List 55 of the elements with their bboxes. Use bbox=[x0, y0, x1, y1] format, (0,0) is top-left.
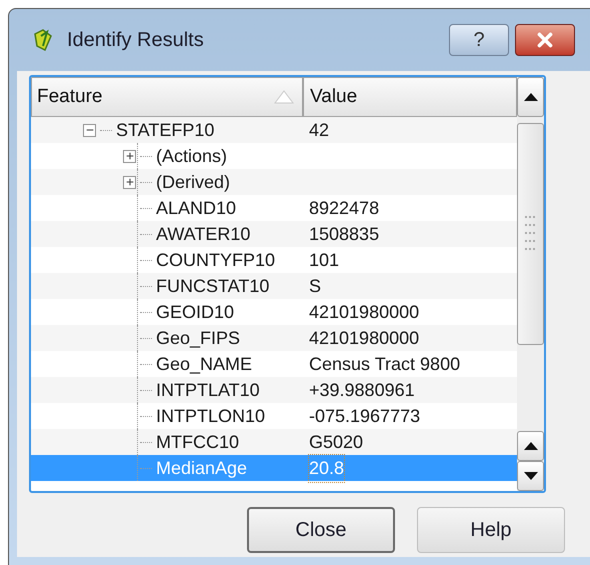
window-title: Identify Results bbox=[67, 28, 204, 53]
feature-label: AWATER10 bbox=[156, 222, 250, 246]
value-cell-text: +39.9880961 bbox=[309, 378, 415, 402]
value-cell-text: 8922478 bbox=[309, 196, 380, 220]
value-cell-text: 42101980000 bbox=[309, 326, 420, 350]
tree-row[interactable]: INTPTLAT10 +39.9880961 bbox=[31, 377, 517, 403]
scroll-up-button[interactable] bbox=[517, 431, 544, 461]
tree-row[interactable]: STATEFP10 42 bbox=[31, 117, 517, 143]
tree-row[interactable]: AWATER10 1508835 bbox=[31, 221, 517, 247]
close-button[interactable] bbox=[515, 24, 575, 56]
feature-label: MedianAge bbox=[156, 456, 248, 480]
dialog-button[interactable]: Help bbox=[417, 507, 565, 553]
value-cell-text: 101 bbox=[309, 248, 340, 272]
feature-label: MTFCC10 bbox=[156, 430, 240, 454]
tree-row[interactable]: Geo_FIPS 42101980000 bbox=[31, 325, 517, 351]
value-cell-text: -075.1967773 bbox=[309, 404, 420, 428]
app-logo-icon bbox=[31, 26, 55, 54]
feature-label: INTPTLON10 bbox=[156, 404, 266, 428]
column-header[interactable]: Feature bbox=[31, 77, 303, 117]
help-button[interactable]: ? bbox=[449, 24, 509, 56]
sort-arrow-icon bbox=[274, 90, 294, 104]
expand-icon[interactable] bbox=[123, 150, 136, 162]
feature-label: COUNTYFP10 bbox=[156, 248, 276, 272]
up-arrow-icon bbox=[524, 93, 538, 101]
up-arrow-icon bbox=[524, 442, 538, 450]
column-header[interactable]: Value bbox=[303, 77, 517, 117]
value-cell-text: Census Tract 9800 bbox=[309, 352, 460, 376]
expand-icon[interactable] bbox=[123, 176, 136, 188]
value-cell-text: S bbox=[309, 274, 322, 298]
feature-label: Geo_FIPS bbox=[156, 326, 240, 350]
feature-label: ALAND10 bbox=[156, 196, 236, 220]
tree-row[interactable]: (Derived) bbox=[31, 169, 517, 195]
down-arrow-icon bbox=[524, 472, 538, 480]
value-cell-text: 1508835 bbox=[309, 222, 380, 246]
feature-label: Geo_NAME bbox=[156, 352, 252, 376]
value-cell-text: 42 bbox=[309, 118, 330, 142]
feature-label: (Derived) bbox=[156, 170, 230, 194]
dialog-button[interactable]: Close bbox=[247, 507, 395, 553]
feature-label: FUNCSTAT10 bbox=[156, 274, 270, 298]
scroll-thumb[interactable] bbox=[517, 123, 544, 345]
scrollbar[interactable] bbox=[517, 77, 544, 491]
feature-label: GEOID10 bbox=[156, 300, 234, 324]
tree-row[interactable]: FUNCSTAT10 S bbox=[31, 273, 517, 299]
tree-row[interactable]: MTFCC10 G5020 bbox=[31, 429, 517, 455]
value-cell: 20.8 bbox=[309, 454, 344, 482]
feature-label: INTPTLAT10 bbox=[156, 378, 260, 402]
feature-label: STATEFP10 bbox=[116, 118, 214, 142]
feature-label: (Actions) bbox=[156, 144, 228, 168]
grip-icon bbox=[524, 216, 536, 252]
value-cell-text: 42101980000 bbox=[309, 300, 420, 324]
collapse-icon[interactable] bbox=[83, 124, 96, 136]
value-cell-text: G5020 bbox=[309, 430, 364, 454]
scroll-down-button[interactable] bbox=[517, 461, 544, 491]
header-label: Feature bbox=[37, 84, 102, 109]
scroll-up-button[interactable] bbox=[517, 77, 544, 117]
